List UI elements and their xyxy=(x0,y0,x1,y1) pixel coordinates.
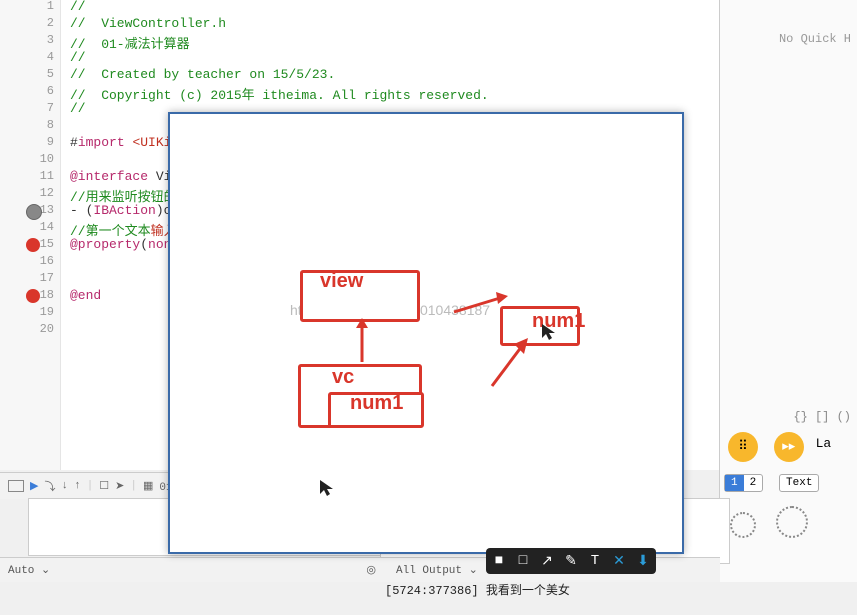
code-line[interactable]: // Copyright (c) 2015年 itheima. All righ… xyxy=(70,84,489,103)
parens-icon[interactable]: () xyxy=(837,410,851,424)
no-quick-help-label: No Quick H xyxy=(779,32,851,46)
activity-indicator-small xyxy=(730,512,756,538)
auto-dropdown[interactable]: Auto ⌄ xyxy=(8,565,50,577)
num1-label-a: num1 xyxy=(350,392,403,415)
line-number: 16 xyxy=(34,254,54,268)
rect-fill-icon[interactable]: ■ xyxy=(490,552,508,570)
cursor-icon xyxy=(540,322,560,342)
line-number: 9 xyxy=(34,135,54,149)
line-number: 6 xyxy=(34,84,54,98)
cursor-icon xyxy=(318,478,338,498)
console-line: [5724:377386] 我看到一个美女 xyxy=(385,583,725,599)
step-in-icon[interactable]: ↓ xyxy=(61,480,68,492)
object-library: {} [] () ⠿ ▸▸ La 12 Text xyxy=(720,410,857,552)
arrow-right-icon xyxy=(452,290,512,320)
gutter: 1234567891011121314151617181920 xyxy=(0,0,61,470)
play-button[interactable]: ▸▸ xyxy=(774,432,804,462)
activity-indicator-large xyxy=(776,506,808,538)
arrow-diag-icon xyxy=(486,336,532,392)
hide-icon[interactable] xyxy=(8,480,24,492)
brackets-icon[interactable]: [] xyxy=(815,410,829,424)
vc-label: vc xyxy=(332,366,354,389)
braces-icon[interactable]: {} xyxy=(793,410,807,424)
line-number: 19 xyxy=(34,305,54,319)
grid-button[interactable]: ⠿ xyxy=(728,432,758,462)
line-number: 17 xyxy=(34,271,54,285)
view-debug-icon[interactable]: ☐ xyxy=(99,479,109,493)
label-la: La xyxy=(816,436,832,451)
code-line[interactable]: @end xyxy=(70,288,101,303)
location-icon[interactable]: ➤ xyxy=(115,479,124,493)
error-icon[interactable] xyxy=(26,289,40,303)
line-number: 8 xyxy=(34,118,54,132)
line-number: 10 xyxy=(34,152,54,166)
line-number: 5 xyxy=(34,67,54,81)
download-icon[interactable]: ⬇ xyxy=(634,552,652,570)
close-icon[interactable]: ✕ xyxy=(610,552,628,570)
code-line[interactable]: // xyxy=(70,101,86,116)
code-line[interactable]: // Created by teacher on 15/5/23. xyxy=(70,67,335,82)
annotation-toolbar[interactable]: ■ □ ↗ ✎ T ✕ ⬇ xyxy=(486,548,656,574)
code-line[interactable]: // ViewController.h xyxy=(70,16,226,31)
line-number: 12 xyxy=(34,186,54,200)
line-number: 3 xyxy=(34,33,54,47)
line-number: 7 xyxy=(34,101,54,115)
error-icon[interactable] xyxy=(26,238,40,252)
arrow-tool-icon[interactable]: ↗ xyxy=(538,552,556,570)
output-dropdown[interactable]: All Output ⌄ xyxy=(396,565,478,577)
text-button[interactable]: Text xyxy=(779,474,819,492)
code-line[interactable]: // xyxy=(70,0,86,14)
segment-1[interactable]: 1 xyxy=(725,475,744,491)
code-line[interactable]: // xyxy=(70,50,86,65)
step-out-icon[interactable]: ↑ xyxy=(74,480,81,492)
line-number: 11 xyxy=(34,169,54,183)
pin-icon[interactable]: ✎ xyxy=(562,552,580,570)
diagram-overlay: http://blog.csdn.net/u010438187 view vc … xyxy=(168,112,684,554)
line-number: 20 xyxy=(34,322,54,336)
inspector-panel: No Quick H {} [] () ⠿ ▸▸ La 12 Text xyxy=(719,0,857,582)
text-tool-icon[interactable]: T xyxy=(586,552,604,570)
filter-icon-left[interactable]: ◎ xyxy=(366,563,376,577)
segment-2[interactable]: 2 xyxy=(744,475,763,491)
process-icon[interactable]: ▦ xyxy=(143,479,153,493)
line-number: 4 xyxy=(34,50,54,64)
continue-icon[interactable]: ▶ xyxy=(30,479,38,493)
outlet-icon[interactable] xyxy=(26,204,42,220)
line-number: 2 xyxy=(34,16,54,30)
view-label: view xyxy=(320,270,363,293)
line-number: 14 xyxy=(34,220,54,234)
step-over-icon[interactable]: ⤵ xyxy=(44,478,55,494)
code-line[interactable]: // 01-减法计算器 xyxy=(70,33,190,52)
arrow-up-icon xyxy=(352,318,372,364)
line-number: 1 xyxy=(34,0,54,13)
rect-outline-icon[interactable]: □ xyxy=(514,552,532,570)
segment-control[interactable]: 12 xyxy=(724,474,763,492)
